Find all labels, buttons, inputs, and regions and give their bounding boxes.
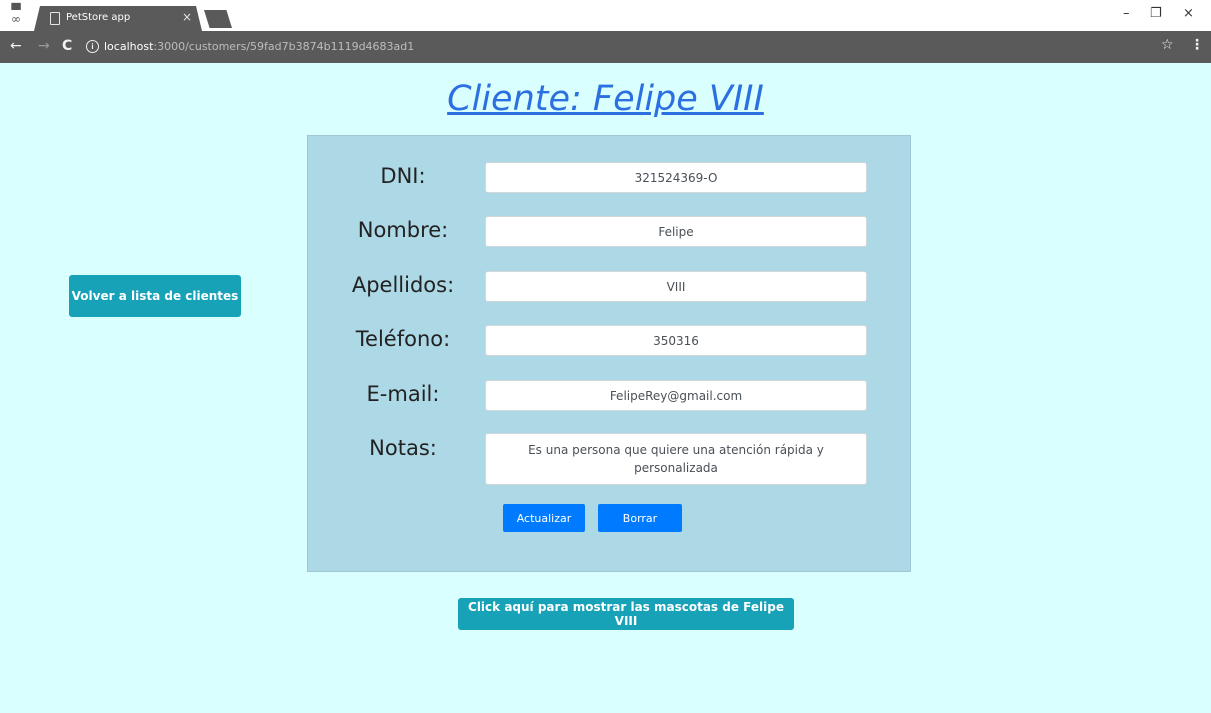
info-icon[interactable]: i — [86, 40, 99, 53]
address-bar[interactable]: i localhost:3000/customers/59fad7b3874b1… — [82, 37, 1186, 57]
document-icon — [50, 12, 60, 25]
email-label: E-mail: — [366, 382, 440, 406]
bookmark-star-icon[interactable]: ☆ — [1161, 37, 1174, 53]
close-window-icon[interactable]: × — [1183, 6, 1194, 21]
delete-button[interactable]: Borrar — [598, 504, 682, 532]
notas-field[interactable]: Es una persona que quiere una atención r… — [485, 433, 867, 485]
nombre-label: Nombre: — [357, 218, 449, 242]
browser-toolbar: ← → C i localhost:3000/customers/59fad7b… — [0, 31, 1211, 63]
nombre-field[interactable] — [485, 216, 867, 247]
url-path: :3000/customers/59fad7b3874b1119d4683ad1 — [153, 40, 415, 53]
dni-label: DNI: — [380, 164, 426, 188]
dni-field[interactable] — [485, 162, 867, 193]
back-to-list-button[interactable]: Volver a lista de clientes — [69, 275, 241, 317]
customer-form-card: DNI: Nombre: Apellidos: Teléfono: E-mail… — [307, 135, 911, 572]
browser-menu-icon[interactable]: ⋮ — [1190, 37, 1204, 53]
telefono-field[interactable] — [485, 325, 867, 356]
new-tab-button[interactable] — [204, 10, 232, 28]
browser-titlebar: ▀ ∞ PetStore app × – ❐ × — [0, 0, 1211, 31]
reload-icon[interactable]: C — [62, 38, 72, 54]
update-button[interactable]: Actualizar — [503, 504, 585, 532]
telefono-label: Teléfono: — [355, 327, 451, 351]
incognito-icon: ▀ ∞ — [11, 3, 21, 26]
tab-title: PetStore app — [66, 12, 131, 23]
minimize-icon[interactable]: – — [1123, 6, 1130, 21]
notas-label: Notas: — [369, 436, 437, 460]
tab-close-icon[interactable]: × — [182, 10, 192, 24]
page-title[interactable]: Cliente: Felipe VIII — [0, 79, 1211, 119]
email-field[interactable] — [485, 380, 867, 411]
browser-tab[interactable]: PetStore app × — [34, 6, 202, 31]
url-host: localhost — [104, 40, 154, 53]
show-pets-button[interactable]: Click aquí para mostrar las mascotas de … — [458, 598, 794, 630]
apellidos-label: Apellidos: — [351, 273, 455, 297]
forward-arrow-icon[interactable]: → — [38, 38, 50, 54]
apellidos-field[interactable] — [485, 271, 867, 302]
url-text[interactable]: localhost:3000/customers/59fad7b3874b111… — [104, 40, 414, 53]
back-arrow-icon[interactable]: ← — [10, 38, 22, 54]
restore-icon[interactable]: ❐ — [1150, 6, 1162, 21]
page-viewport: Cliente: Felipe VIII Volver a lista de c… — [0, 63, 1211, 713]
